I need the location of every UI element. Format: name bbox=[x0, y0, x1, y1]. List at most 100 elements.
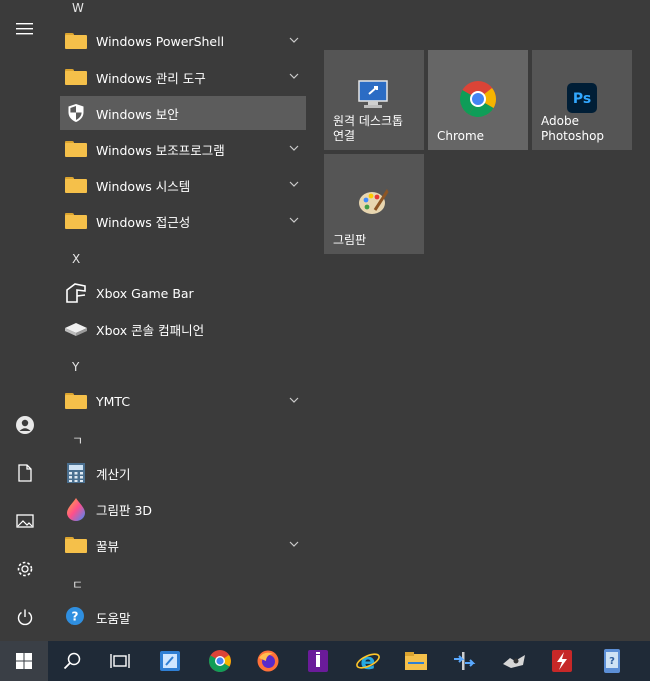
app-ymtc[interactable]: YMTC bbox=[60, 384, 306, 418]
section-letter-digeut[interactable]: ㄷ bbox=[72, 576, 83, 593]
paint-icon bbox=[359, 187, 390, 214]
documents-icon bbox=[18, 464, 32, 482]
folder-icon bbox=[65, 213, 87, 229]
settings-button[interactable] bbox=[0, 545, 50, 593]
app-help[interactable]: ? 도움말 bbox=[60, 600, 306, 634]
user-button[interactable] bbox=[0, 401, 50, 449]
search-button[interactable] bbox=[48, 641, 96, 681]
chevron-down-icon bbox=[289, 37, 299, 43]
app-label: Windows 관리 도구 bbox=[96, 70, 206, 86]
taskbar-internet-explorer[interactable]: e bbox=[344, 641, 392, 681]
app-label: Windows PowerShell bbox=[96, 33, 225, 49]
app-calculator[interactable]: 계산기 bbox=[60, 456, 306, 490]
app-paint-3d[interactable]: 그림판 3D bbox=[60, 492, 306, 526]
power-icon bbox=[17, 609, 33, 626]
chevron-down-icon bbox=[289, 541, 299, 547]
app-icon bbox=[454, 652, 476, 670]
app-windows-system[interactable]: Windows 시스템 bbox=[60, 168, 306, 202]
svg-text:?: ? bbox=[609, 656, 615, 667]
svg-text:e: e bbox=[361, 650, 376, 673]
documents-button[interactable] bbox=[0, 449, 50, 497]
shield-icon bbox=[68, 104, 84, 122]
folder-icon bbox=[65, 141, 87, 157]
app-label: 그림판 3D bbox=[96, 502, 153, 518]
tile-label: 원격 데스크톱 연결 bbox=[333, 114, 404, 143]
app-label: Xbox Game Bar bbox=[96, 285, 194, 301]
section-letter-w[interactable]: W bbox=[72, 1, 84, 15]
tile-chrome[interactable]: Chrome bbox=[428, 50, 528, 150]
hamburger-menu-button[interactable] bbox=[0, 5, 50, 53]
section-letter-x[interactable]: X bbox=[72, 252, 80, 266]
tile-remote-desktop[interactable]: 원격 데스크톱 연결 bbox=[324, 50, 424, 150]
app-honeyview[interactable]: 꿀뷰 bbox=[60, 528, 306, 562]
app-list: W Windows PowerShell Windows 관리 도구 Windo… bbox=[50, 0, 310, 641]
app-label: Windows 접근성 bbox=[96, 214, 191, 230]
settings-icon bbox=[17, 561, 33, 577]
chrome-icon bbox=[459, 81, 496, 118]
app-xbox-game-bar[interactable]: Xbox Game Bar bbox=[60, 276, 306, 310]
edge-icon: e bbox=[356, 650, 380, 673]
task-view-button[interactable] bbox=[96, 641, 144, 681]
task-view-icon bbox=[110, 654, 130, 668]
xbox-console-icon bbox=[65, 323, 87, 336]
taskbar-app-3[interactable] bbox=[440, 641, 488, 681]
chevron-down-icon bbox=[289, 73, 299, 79]
hamburger-menu-icon bbox=[16, 23, 33, 35]
folder-icon bbox=[65, 393, 87, 409]
help-icon: ? bbox=[66, 607, 84, 625]
app-icon bbox=[503, 655, 525, 668]
taskbar-chrome[interactable] bbox=[196, 641, 244, 681]
app-icon bbox=[160, 651, 180, 671]
calculator-icon bbox=[67, 463, 85, 483]
taskbar-file-explorer[interactable] bbox=[392, 641, 440, 681]
pictures-icon bbox=[16, 514, 34, 528]
paint3d-icon bbox=[67, 498, 85, 521]
start-icon bbox=[16, 653, 32, 669]
tile-label: 그림판 bbox=[333, 233, 367, 247]
folder-icon bbox=[65, 177, 87, 193]
taskbar-app-6[interactable]: ? bbox=[588, 641, 636, 681]
svg-text:?: ? bbox=[72, 610, 79, 624]
start-menu: W Windows PowerShell Windows 관리 도구 Windo… bbox=[0, 0, 650, 641]
svg-text:Ps: Ps bbox=[573, 91, 591, 107]
tile-paint[interactable]: 그림판 bbox=[324, 154, 424, 254]
app-windows-accessibility[interactable]: Windows 접근성 bbox=[60, 204, 306, 238]
taskbar-app-1[interactable] bbox=[146, 641, 194, 681]
app-xbox-console-companion[interactable]: Xbox 콘솔 컴패니언 bbox=[60, 312, 306, 346]
taskbar-app-4[interactable] bbox=[490, 641, 538, 681]
chevron-down-icon bbox=[289, 145, 299, 151]
folder-icon bbox=[65, 537, 87, 553]
app-label: Xbox 콘솔 컴패니언 bbox=[96, 322, 205, 338]
chevron-down-icon bbox=[289, 217, 299, 223]
section-letter-giyeok[interactable]: ㄱ bbox=[72, 432, 83, 449]
taskbar-app-5[interactable] bbox=[538, 641, 586, 681]
tile-adobe-photoshop[interactable]: Ps Adobe Photoshop bbox=[532, 50, 632, 150]
chevron-down-icon bbox=[289, 181, 299, 187]
app-label: Windows 시스템 bbox=[96, 178, 191, 194]
start-button[interactable] bbox=[0, 641, 48, 681]
firefox-icon bbox=[257, 650, 279, 672]
power-button[interactable] bbox=[0, 593, 50, 641]
section-letter-y[interactable]: Y bbox=[72, 360, 79, 374]
app-label: 도움말 bbox=[96, 610, 131, 626]
taskbar-app-2[interactable] bbox=[294, 641, 342, 681]
chrome-icon bbox=[209, 650, 231, 672]
xbox-game-bar-icon bbox=[66, 283, 86, 303]
taskbar-firefox[interactable] bbox=[244, 641, 292, 681]
search-icon bbox=[63, 652, 81, 670]
app-label: 계산기 bbox=[96, 466, 131, 482]
app-icon bbox=[552, 650, 572, 672]
app-windows-accessories[interactable]: Windows 보조프로그램 bbox=[60, 132, 306, 166]
tile-label: Adobe Photoshop bbox=[541, 114, 605, 143]
left-rail bbox=[0, 0, 50, 641]
app-label: YMTC bbox=[96, 393, 131, 409]
app-label: 꿀뷰 bbox=[96, 538, 120, 554]
pictures-button[interactable] bbox=[0, 497, 50, 545]
app-windows-security[interactable]: Windows 보안 bbox=[60, 96, 306, 130]
app-icon: ? bbox=[604, 649, 620, 673]
app-windows-admin-tools[interactable]: Windows 관리 도구 bbox=[60, 60, 306, 94]
app-windows-powershell[interactable]: Windows PowerShell bbox=[60, 24, 306, 58]
photoshop-icon: Ps bbox=[567, 83, 597, 113]
folder-icon bbox=[65, 33, 87, 49]
app-icon bbox=[308, 650, 328, 672]
